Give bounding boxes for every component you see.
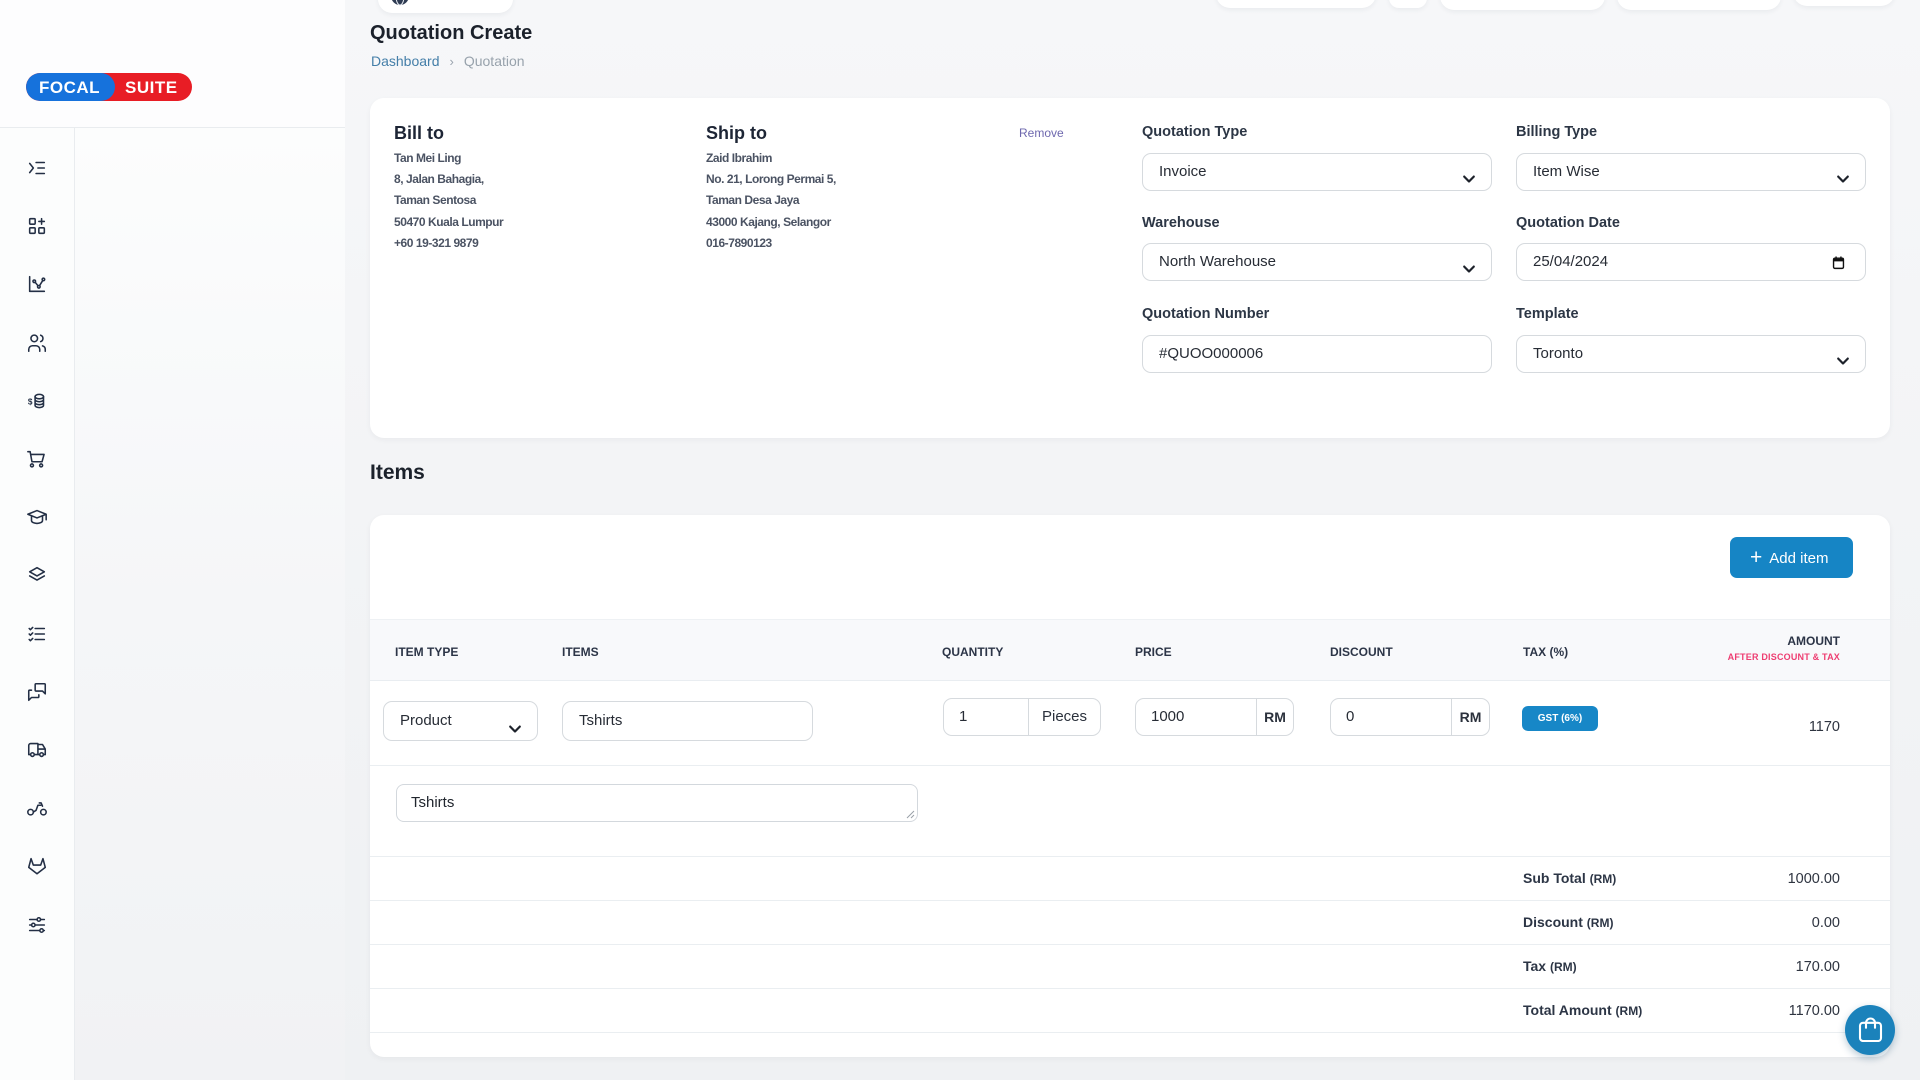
svg-text:$: $ bbox=[28, 398, 33, 407]
